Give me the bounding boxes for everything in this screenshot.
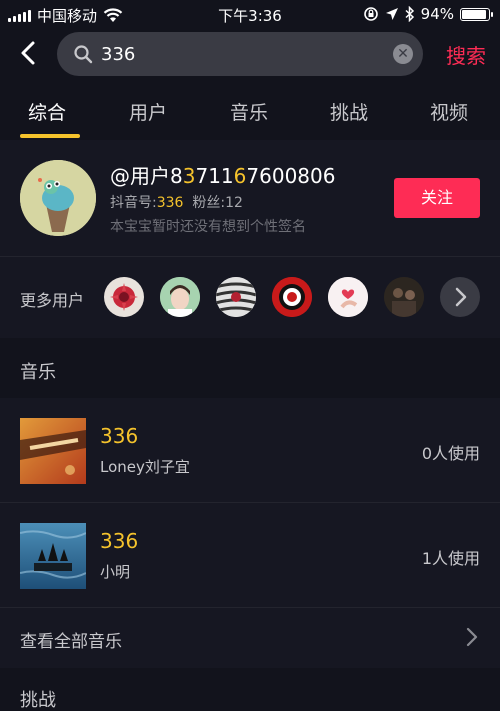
search-bar: ✕ 搜索 [0, 28, 500, 82]
tab-videos[interactable]: 视频 [430, 98, 468, 125]
chevron-right-icon [455, 287, 467, 307]
battery-level [462, 9, 487, 19]
boy-avatar[interactable] [160, 277, 200, 317]
user-name-part: @用户8 [110, 164, 183, 188]
active-tab-indicator [20, 134, 80, 138]
tab-all[interactable]: 综合 [28, 98, 66, 125]
music-artist: 小明 [100, 563, 131, 581]
rotation-lock-icon [363, 7, 378, 21]
tab-music[interactable]: 音乐 [230, 98, 268, 125]
user-meta: 抖音号:336 粉丝:12 [110, 192, 243, 212]
search-input[interactable] [101, 32, 381, 76]
heart-avatar[interactable] [328, 277, 368, 317]
chevron-right-icon [466, 627, 478, 647]
music-cover[interactable] [20, 523, 86, 589]
music-usage-count: 1人使用 [421, 549, 480, 568]
view-all-music-label: 查看全部音乐 [20, 632, 122, 652]
follow-button[interactable]: 关注 [394, 178, 480, 218]
more-users-row: 更多用户 [0, 256, 500, 336]
music-section-title: 音乐 [20, 362, 56, 383]
battery-icon [460, 7, 493, 21]
bluetooth-icon [405, 6, 414, 22]
location-icon [385, 8, 398, 20]
challenge-section-title: 挑战 [20, 690, 56, 711]
cartoon-avatar-icon [20, 160, 96, 236]
clear-icon[interactable]: ✕ [393, 44, 413, 64]
user-name-highlight: 6 [233, 164, 247, 188]
dark-photo-avatar[interactable] [384, 277, 424, 317]
music-usage-count: 0人使用 [421, 444, 480, 463]
user-name-highlight: 3 [182, 164, 196, 188]
user-result-card[interactable]: @用户8371167600806 抖音号:336 粉丝:12 本宝宝暂时还没有想… [0, 140, 500, 256]
fans-label: 粉丝: [192, 195, 226, 211]
user-avatar[interactable] [20, 160, 96, 236]
user-name-part: 7600806 [246, 164, 336, 188]
tab-bar: 综合 用户 音乐 挑战 视频 [0, 82, 500, 140]
status-bar: 中国移动 下午3:36 94% [0, 0, 500, 28]
more-users-button[interactable] [440, 277, 480, 317]
album-cover-image [20, 523, 86, 589]
music-item[interactable]: 336 Loney刘子宜 0人使用 [0, 398, 500, 504]
back-arrow-icon[interactable] [14, 38, 44, 68]
more-users-label: 更多用户 [20, 291, 85, 310]
flower-avatar[interactable] [104, 277, 144, 317]
fans-count: 12 [225, 195, 243, 211]
music-artist: Loney刘子宜 [100, 458, 190, 476]
view-all-music-button[interactable]: 查看全部音乐 [0, 608, 500, 666]
album-cover-image [20, 418, 86, 484]
music-item[interactable]: 336 小明 1人使用 [0, 503, 500, 609]
user-name-part: 711 [195, 164, 234, 188]
music-section-header: 音乐 [0, 338, 500, 398]
user-name: @用户8371167600806 [110, 160, 335, 189]
search-box[interactable]: ✕ [57, 32, 423, 76]
music-title: 336 [100, 529, 139, 553]
music-title: 336 [100, 424, 139, 448]
tab-challenges[interactable]: 挑战 [330, 98, 368, 125]
music-cover[interactable] [20, 418, 86, 484]
challenge-section-header: 挑战 [0, 668, 500, 711]
battery-percent: 94% [420, 5, 454, 23]
red-logo-avatar[interactable] [272, 277, 312, 317]
stripes-avatar[interactable] [216, 277, 256, 317]
user-id-value: 336 [156, 195, 184, 211]
user-id-label: 抖音号: [110, 195, 157, 211]
user-signature: 本宝宝暂时还没有想到个性签名 [110, 219, 306, 235]
search-button[interactable]: 搜索 [446, 40, 486, 69]
tab-users[interactable]: 用户 [129, 98, 167, 125]
search-icon [74, 45, 93, 64]
